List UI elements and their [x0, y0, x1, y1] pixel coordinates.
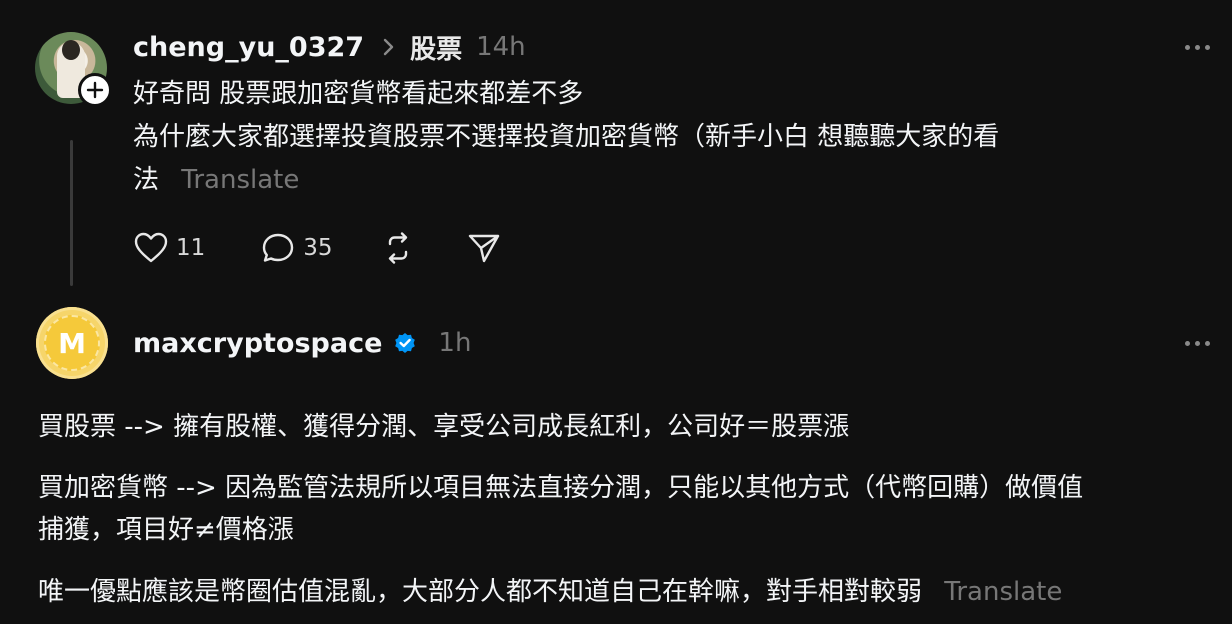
thread-line [70, 140, 73, 286]
post-body: 好奇問 股票跟加密貨幣看起來都差不多 為什麼大家都選擇投資股票不選擇投資加密貨幣… [133, 73, 1133, 202]
reply-paragraph-1: 買股票 --> 擁有股權、獲得分潤、享受公司成長紅利，公司好＝股票漲 [38, 412, 850, 442]
verified-badge-icon [395, 333, 416, 353]
reply-time: 1h [438, 328, 472, 358]
more-icon[interactable] [1185, 45, 1210, 50]
like-count: 11 [176, 235, 206, 261]
post-line-text: 法 [133, 165, 160, 195]
post-line: 好奇問 股票跟加密貨幣看起來都差不多 [133, 79, 584, 109]
reply-line: 買加密貨幣 --> 因為監管法規所以項目無法直接分潤，只能以其他方式（代幣回購）… [38, 473, 1084, 503]
follow-button[interactable] [78, 73, 112, 107]
post-line: 為什麼大家都選擇投資股票不選擇投資加密貨幣（新手小白 想聽聽大家的看 [133, 122, 1000, 152]
reply-count: 35 [303, 235, 333, 261]
reply-button[interactable]: 35 [261, 232, 333, 264]
reply-line: 捕獲，項目好≠價格漲 [38, 515, 294, 545]
author-username[interactable]: cheng_yu_0327 [133, 32, 364, 63]
reply-author-username[interactable]: maxcryptospace [133, 328, 382, 359]
post-header: cheng_yu_0327 股票 14h [133, 28, 526, 66]
comment-icon [263, 233, 294, 262]
repost-button[interactable] [381, 231, 415, 265]
like-button[interactable]: 11 [134, 232, 205, 264]
reply-paragraph-3: 唯一優點應該是幣圈估值混亂，大部分人都不知道自己在幹嘛，對手相對較弱 Trans… [38, 571, 1218, 613]
post-line-last: 法 Translate [133, 159, 1133, 202]
heart-icon [134, 232, 168, 263]
plus-icon [86, 81, 104, 99]
topic-tag[interactable]: 股票 [410, 29, 462, 66]
share-button[interactable] [467, 232, 501, 264]
reply-line: 唯一優點應該是幣圈估值混亂，大部分人都不知道自己在幹嘛，對手相對較弱 [38, 577, 923, 607]
translate-link[interactable]: Translate [181, 165, 299, 195]
avatar-logo: M [44, 315, 100, 371]
reply-header: maxcryptospace 1h [133, 324, 471, 362]
action-bar: 11 35 [134, 230, 501, 266]
repost-icon [388, 232, 407, 264]
reply-paragraph-2: 買加密貨幣 --> 因為監管法規所以項目無法直接分潤，只能以其他方式（代幣回購）… [38, 467, 1218, 551]
avatar-head [62, 40, 80, 60]
more-icon[interactable] [1185, 341, 1210, 346]
send-icon [468, 234, 499, 263]
reply-author-avatar[interactable]: M [36, 307, 108, 379]
post-time: 14h [476, 32, 526, 62]
translate-link[interactable]: Translate [944, 577, 1062, 607]
chevron-right-icon [383, 38, 394, 56]
